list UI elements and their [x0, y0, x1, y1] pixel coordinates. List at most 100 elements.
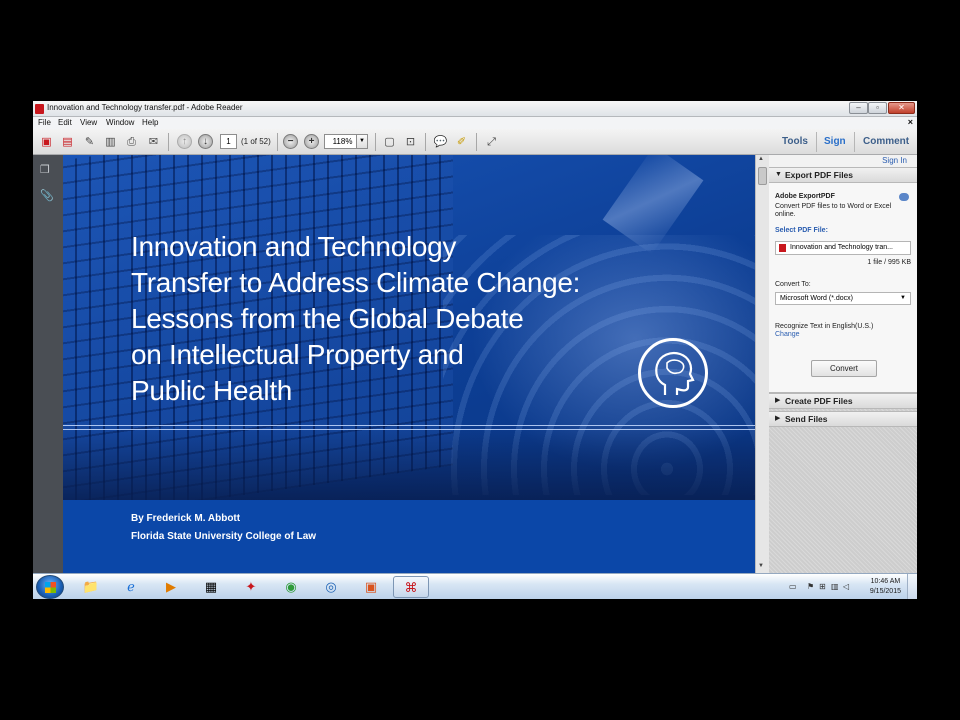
cover-title-line: on Intellectual Property and: [131, 339, 464, 370]
edit-icon[interactable]: ✎: [82, 135, 97, 149]
scroll-down-icon[interactable]: ▼: [758, 563, 764, 569]
select-file-label: Select PDF File:: [775, 227, 828, 234]
menu-file[interactable]: File: [38, 118, 51, 127]
maximize-button[interactable]: ▫: [868, 102, 887, 114]
pdf-file-icon: [779, 244, 786, 252]
next-page-icon[interactable]: ↓: [198, 134, 213, 149]
create-pdf-header[interactable]: ▶ Create PDF Files: [769, 393, 917, 409]
selected-file-field[interactable]: Innovation and Technology tran...: [775, 241, 911, 255]
sticky-note-icon[interactable]: 💬: [433, 135, 448, 149]
tray-network-icon[interactable]: ▥: [831, 582, 839, 591]
fit-page-icon[interactable]: ▢: [382, 135, 397, 149]
scrollbar-thumb[interactable]: [758, 167, 767, 185]
highlight-icon[interactable]: ✐: [454, 135, 469, 149]
sign-in-row: Sign In: [769, 155, 917, 167]
clock-time: 10:46 AM: [870, 578, 901, 585]
document-area[interactable]: Innovation and Technology Transfer to Ad…: [63, 155, 769, 573]
expanded-triangle-icon: ▼: [775, 171, 782, 178]
tray-flag-icon[interactable]: ⚑: [807, 582, 814, 591]
pdf-file-icon: [35, 104, 44, 114]
service-name: Adobe ExportPDF: [775, 193, 835, 200]
page-thumbnails-icon[interactable]: ❐: [40, 163, 50, 176]
show-desktop-button[interactable]: [907, 574, 917, 599]
cover-title-line: Innovation and Technology: [131, 231, 457, 262]
close-button[interactable]: ✕: [888, 102, 915, 114]
open-icon[interactable]: ▣: [39, 135, 54, 149]
create-pdf-icon[interactable]: ▤: [60, 135, 75, 149]
collapsed-triangle-icon: ▶: [775, 415, 781, 422]
powerpoint-icon[interactable]: ▣: [353, 576, 389, 598]
attachments-icon[interactable]: 📎: [40, 189, 54, 202]
navigation-pane: ❐ 📎: [33, 155, 63, 573]
zoom-in-icon[interactable]: +: [304, 134, 319, 149]
pdf-cover-page: Innovation and Technology Transfer to Ad…: [63, 155, 755, 573]
export-pdf-panel: Adobe ExportPDF Convert PDF files to to …: [769, 183, 917, 393]
export-pdf-header-label: Export PDF Files: [785, 170, 854, 180]
taskbar: 📁 ℯ ▶ ▦ ✦ ◉ ◎ ▣ ⌘ ▭ ⚑ ⊞ ▥ ◁ 10:46 AM 9/1…: [33, 573, 917, 599]
scroll-up-icon[interactable]: ▲: [758, 156, 764, 162]
tab-comment[interactable]: Comment: [863, 136, 909, 147]
author-name: By Frederick M. Abbott: [131, 513, 241, 524]
menu-window[interactable]: Window: [106, 118, 134, 127]
tab-divider: [854, 132, 855, 152]
toolbar-divider: [425, 133, 426, 151]
title-bar: Innovation and Technology transfer.pdf -…: [33, 101, 917, 117]
file-explorer-icon[interactable]: 📁: [73, 576, 109, 598]
export-pdf-header[interactable]: ▼ Export PDF Files: [769, 167, 917, 183]
clock-date: 9/15/2015: [869, 588, 901, 595]
toolbar-divider: [476, 133, 477, 151]
chrome-icon[interactable]: ◉: [273, 576, 309, 598]
save-icon[interactable]: ▥: [103, 135, 118, 149]
menu-view[interactable]: View: [80, 118, 97, 127]
full-screen-icon[interactable]: ⤢: [484, 135, 499, 149]
head-profile-icon: [638, 338, 708, 408]
file-info: 1 file / 995 KB: [867, 259, 911, 266]
previous-page-icon[interactable]: ↑: [177, 134, 192, 149]
zoom-dropdown-arrow[interactable]: ▼: [356, 134, 368, 149]
page-count: (1 of 52): [241, 137, 271, 146]
send-files-header[interactable]: ▶ Send Files: [769, 411, 917, 427]
convert-to-label: Convert To:: [775, 281, 811, 288]
change-link[interactable]: Change: [775, 331, 800, 338]
email-icon[interactable]: ✉: [146, 135, 161, 149]
zoom-out-icon[interactable]: −: [283, 134, 298, 149]
convert-button[interactable]: Convert: [811, 360, 877, 377]
internet-explorer-icon[interactable]: ℯ: [113, 576, 149, 598]
tray-volume-icon[interactable]: ◁: [843, 582, 849, 591]
print-icon[interactable]: ⎙: [124, 135, 139, 149]
taskbar-clock[interactable]: 10:46 AM 9/15/2015: [870, 577, 901, 597]
vertical-scrollbar[interactable]: ▲ ▼: [755, 155, 769, 573]
menu-help[interactable]: Help: [142, 118, 158, 127]
adobe-reader-taskbar-icon[interactable]: ⌘: [393, 576, 429, 598]
convert-to-select[interactable]: Microsoft Word (*.docx) ▼: [775, 292, 911, 305]
fit-width-icon[interactable]: ⊡: [403, 135, 418, 149]
send-files-header-label: Send Files: [785, 414, 828, 424]
tray-show-hidden-icon[interactable]: ▭: [789, 582, 797, 591]
cloud-icon: [899, 193, 909, 201]
tray-windows-icon[interactable]: ⊞: [819, 582, 826, 591]
calculator-icon[interactable]: ▦: [193, 576, 229, 598]
author-affiliation: Florida State University College of Law: [131, 531, 317, 542]
sign-in-link[interactable]: Sign In: [882, 156, 907, 165]
service-description-cont: online.: [775, 211, 796, 218]
toolbar-divider: [277, 133, 278, 151]
dell-icon[interactable]: ◎: [313, 576, 349, 598]
tab-tools[interactable]: Tools: [782, 136, 808, 147]
cover-title-line: Public Health: [131, 375, 293, 406]
window-title: Innovation and Technology transfer.pdf -…: [47, 103, 243, 112]
tools-pane: Sign In ▼ Export PDF Files Adobe ExportP…: [769, 155, 917, 573]
cover-byline: By Frederick M. Abbott Florida State Uni…: [131, 510, 316, 546]
toolbar-divider: [375, 133, 376, 151]
toolbar: ▣ ▤ ✎ ▥ ⎙ ✉ ↑ ↓ 1 (1 of 52) − + 118% ▼ ▢…: [33, 129, 917, 155]
page-number-input[interactable]: 1: [220, 134, 237, 149]
tab-sign[interactable]: Sign: [824, 136, 846, 147]
menu-bar: File Edit View Window Help ×: [33, 117, 917, 129]
windows-logo-icon: [45, 582, 56, 593]
menu-edit[interactable]: Edit: [58, 118, 72, 127]
screen: Innovation and Technology transfer.pdf -…: [33, 101, 917, 599]
document-close-icon[interactable]: ×: [908, 117, 913, 127]
start-button[interactable]: [36, 575, 64, 599]
sticky-app-icon[interactable]: ✦: [233, 576, 269, 598]
minimize-button[interactable]: –: [849, 102, 868, 114]
media-player-icon[interactable]: ▶: [153, 576, 189, 598]
